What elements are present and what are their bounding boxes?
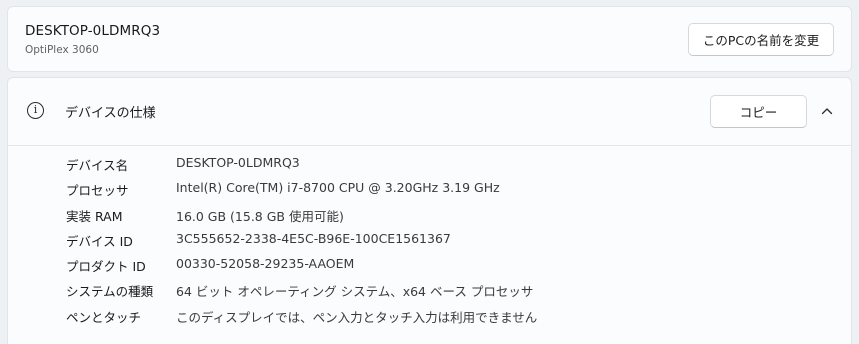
spec-label: ペンとタッチ bbox=[66, 309, 142, 325]
device-specs-title: デバイスの仕様 bbox=[65, 106, 156, 121]
copy-button[interactable]: コピー bbox=[710, 95, 807, 128]
spec-label: プロダクト ID bbox=[66, 259, 146, 275]
device-name-card: DESKTOP-0LDMRQ3 OptiPlex 3060 このPCの名前を変更 bbox=[7, 6, 852, 72]
system-about-panel: DESKTOP-0LDMRQ3 OptiPlex 3060 このPCの名前を変更… bbox=[0, 0, 859, 344]
info-icon: i bbox=[27, 102, 44, 119]
spec-row-product-id: プロダクト ID 00330-52058-29235-AAOEM bbox=[8, 254, 851, 279]
device-specs-header[interactable]: i デバイスの仕様 コピー bbox=[8, 78, 851, 146]
chevron-up-icon[interactable] bbox=[820, 104, 834, 118]
device-specs-card: i デバイスの仕様 コピー デバイス名 DESKTOP-0LDMRQ3 プロセッ… bbox=[7, 77, 852, 344]
spec-value: 00330-52058-29235-AAOEM bbox=[176, 256, 355, 272]
spec-label: システムの種類 bbox=[66, 284, 154, 300]
device-name: DESKTOP-0LDMRQ3 bbox=[25, 23, 161, 39]
spec-row-pen-touch: ペンとタッチ このディスプレイでは、ペン入力とタッチ入力は利用できません bbox=[8, 305, 851, 330]
spec-label: プロセッサ bbox=[66, 183, 129, 199]
spec-value: Intel(R) Core(TM) i7-8700 CPU @ 3.20GHz … bbox=[176, 180, 500, 196]
spec-row-processor: プロセッサ Intel(R) Core(TM) i7-8700 CPU @ 3.… bbox=[8, 178, 851, 203]
spec-value: このディスプレイでは、ペン入力とタッチ入力は利用できません bbox=[176, 309, 538, 325]
spec-row-ram: 実装 RAM 16.0 GB (15.8 GB 使用可能) bbox=[8, 204, 851, 229]
rename-pc-button[interactable]: このPCの名前を変更 bbox=[688, 23, 834, 56]
spec-value: 3C555652-2338-4E5C-B96E-100CE1561367 bbox=[176, 230, 451, 246]
spec-label: 実装 RAM bbox=[66, 208, 123, 224]
spec-value: DESKTOP-0LDMRQ3 bbox=[176, 155, 300, 170]
spec-value: 64 ビット オペレーティング システム、x64 ベース プロセッサ bbox=[176, 284, 534, 300]
device-model: OptiPlex 3060 bbox=[25, 44, 99, 56]
device-specs-list: デバイス名 DESKTOP-0LDMRQ3 プロセッサ Intel(R) Cor… bbox=[8, 153, 851, 330]
spec-value: 16.0 GB (15.8 GB 使用可能) bbox=[176, 208, 344, 224]
spec-label: デバイス ID bbox=[66, 233, 133, 249]
spec-row-system-type: システムの種類 64 ビット オペレーティング システム、x64 ベース プロセ… bbox=[8, 279, 851, 304]
spec-row-device-id: デバイス ID 3C555652-2338-4E5C-B96E-100CE156… bbox=[8, 229, 851, 254]
spec-label: デバイス名 bbox=[66, 158, 129, 173]
spec-row-device-name: デバイス名 DESKTOP-0LDMRQ3 bbox=[8, 153, 851, 178]
